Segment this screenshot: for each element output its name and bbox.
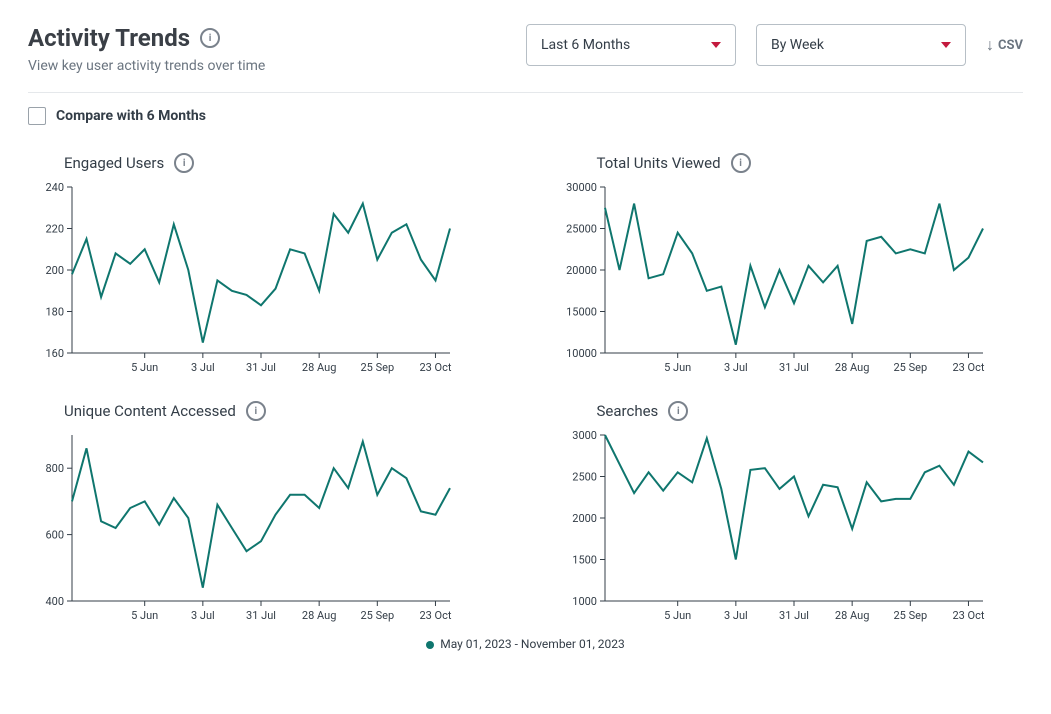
- info-icon[interactable]: [246, 401, 266, 421]
- chart-title: Searches: [597, 402, 659, 420]
- x-tick-label: 5 Jun: [131, 361, 158, 374]
- chart-units: Total Units Viewed 10000 15000 20000 25000 30…: [561, 153, 1024, 381]
- chart-content: Unique Content Accessed 400 600 800 5 Jun 3 J…: [28, 401, 491, 629]
- y-tick-label: 160: [45, 347, 64, 360]
- x-tick-label: 25 Sep: [893, 609, 927, 622]
- x-tick-label: 28 Aug: [834, 609, 868, 622]
- x-tick-label: 31 Jul: [779, 361, 809, 374]
- x-tick-label: 23 Oct: [419, 361, 451, 374]
- granularity-label: By Week: [771, 37, 824, 53]
- y-tick-label: 3000: [572, 429, 597, 442]
- x-tick-label: 25 Sep: [360, 609, 394, 622]
- x-tick-label: 25 Sep: [360, 361, 394, 374]
- y-tick-label: 400: [45, 595, 64, 608]
- chevron-down-icon: [941, 42, 951, 48]
- y-tick-label: 220: [45, 223, 64, 236]
- x-tick-label: 31 Jul: [246, 609, 276, 622]
- x-tick-label: 23 Oct: [952, 609, 984, 622]
- page-title: Activity Trends: [28, 24, 190, 52]
- y-tick-label: 180: [45, 306, 64, 319]
- series-line: [605, 204, 983, 345]
- chart-svg-engaged: 160 180 200 220 240 5 Jun 3 Jul 31 Jul 28 Aug 25 …: [28, 181, 458, 381]
- x-tick-label: 3 Jul: [191, 609, 215, 622]
- y-tick-label: 10000: [566, 347, 597, 360]
- date-range-select[interactable]: Last 6 Months: [526, 24, 736, 66]
- granularity-select[interactable]: By Week: [756, 24, 966, 66]
- chart-engaged: Engaged Users 160 180 200 220 240 5 Jun 3 Jul 31…: [28, 153, 491, 381]
- chevron-down-icon: [711, 42, 721, 48]
- y-tick-label: 2000: [572, 512, 597, 525]
- chart-svg-searches: 1000 1500 2000 2500 3000 5 Jun 3 Jul 31 Jul 28 A…: [561, 429, 991, 629]
- compare-label: Compare with 6 Months: [56, 108, 206, 124]
- x-tick-label: 23 Oct: [952, 361, 984, 374]
- series-line: [72, 204, 450, 343]
- compare-checkbox[interactable]: [28, 107, 46, 125]
- y-tick-label: 1500: [572, 554, 597, 567]
- x-tick-label: 31 Jul: [779, 609, 809, 622]
- x-tick-label: 23 Oct: [419, 609, 451, 622]
- y-tick-label: 20000: [566, 264, 597, 277]
- y-tick-label: 25000: [566, 223, 597, 236]
- x-tick-label: 5 Jun: [131, 609, 158, 622]
- legend-dot-icon: [426, 641, 434, 649]
- chart-svg-units: 10000 15000 20000 25000 30000 5 Jun 3 Jul 31 Ju…: [561, 181, 991, 381]
- x-tick-label: 3 Jul: [191, 361, 215, 374]
- info-icon[interactable]: [668, 401, 688, 421]
- chart-title: Total Units Viewed: [597, 154, 721, 172]
- x-tick-label: 3 Jul: [723, 361, 747, 374]
- y-tick-label: 2500: [572, 471, 597, 484]
- x-tick-label: 31 Jul: [246, 361, 276, 374]
- chart-svg-content: 400 600 800 5 Jun 3 Jul 31 Jul 28 Aug 25 Sep 23 …: [28, 429, 458, 629]
- download-csv-button[interactable]: ↓ CSV: [986, 37, 1023, 53]
- series-line: [72, 442, 450, 588]
- csv-label: CSV: [998, 38, 1023, 53]
- x-tick-label: 28 Aug: [834, 361, 868, 374]
- page-subtitle: View key user activity trends over time: [28, 58, 265, 74]
- y-tick-label: 240: [45, 181, 64, 194]
- x-tick-label: 28 Aug: [302, 361, 336, 374]
- series-line: [605, 435, 983, 560]
- info-icon[interactable]: [174, 153, 194, 173]
- y-tick-label: 200: [45, 264, 64, 277]
- y-tick-label: 30000: [566, 181, 597, 194]
- info-icon[interactable]: [731, 153, 751, 173]
- chart-title: Unique Content Accessed: [64, 402, 236, 420]
- x-tick-label: 28 Aug: [302, 609, 336, 622]
- y-tick-label: 600: [45, 529, 64, 542]
- legend-range: May 01, 2023 - November 01, 2023: [440, 637, 625, 651]
- x-tick-label: 5 Jun: [664, 361, 691, 374]
- date-range-label: Last 6 Months: [541, 37, 630, 53]
- chart-title: Engaged Users: [64, 154, 164, 172]
- info-icon[interactable]: [200, 28, 220, 48]
- y-tick-label: 1000: [572, 595, 597, 608]
- chart-searches: Searches 1000 1500 2000 2500 3000 5 Jun 3 Jul 31…: [561, 401, 1024, 629]
- y-tick-label: 800: [45, 462, 64, 475]
- legend: May 01, 2023 - November 01, 2023: [28, 637, 1023, 651]
- x-tick-label: 3 Jul: [723, 609, 747, 622]
- y-tick-label: 15000: [566, 306, 597, 319]
- x-tick-label: 25 Sep: [893, 361, 927, 374]
- x-tick-label: 5 Jun: [664, 609, 691, 622]
- download-icon: ↓: [986, 37, 994, 53]
